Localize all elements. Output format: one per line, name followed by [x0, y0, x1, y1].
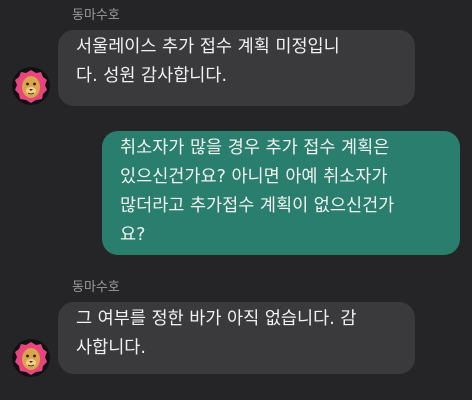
sender-name: 동마수호 [72, 8, 120, 23]
outgoing-message-bubble[interactable]: 취소자가 많을 경우 추가 접수 계획은 있으신건가요? 아니면 아예 취소자가… [102, 131, 460, 255]
incoming-message-bubble[interactable]: 그 여부를 정한 바가 아직 없습니다. 감 사합니다. [58, 302, 415, 374]
sender-name: 동마수호 [72, 280, 120, 295]
lion-mascot-icon [12, 67, 50, 105]
sender-avatar-icon[interactable] [12, 339, 50, 377]
lion-mascot-icon [12, 339, 50, 377]
incoming-message-bubble[interactable]: 서울레이스 추가 접수 계획 미정입니 다. 성원 감사합니다. [58, 30, 415, 106]
sender-avatar-icon[interactable] [12, 67, 50, 105]
